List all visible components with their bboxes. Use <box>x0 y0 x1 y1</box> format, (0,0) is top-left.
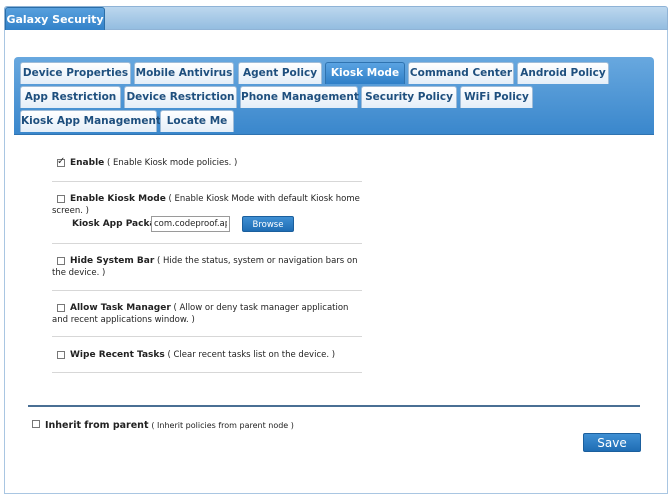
task-manager-label: Allow Task Manager <box>70 303 171 313</box>
divider <box>52 336 362 337</box>
kiosk-mode-label: Enable Kiosk Mode <box>70 194 166 204</box>
setting-task-manager: Allow Task Manager ( Allow or deny task … <box>52 302 362 326</box>
tab-mobile-antivirus[interactable]: Mobile Antivirus <box>134 62 234 84</box>
tab-wifi-policy[interactable]: WiFi Policy <box>460 86 533 108</box>
tab-security-policy[interactable]: Security Policy <box>361 86 457 108</box>
tab-app-restriction[interactable]: App Restriction <box>20 86 121 108</box>
hide-system-bar-checkbox[interactable] <box>57 257 65 265</box>
tab-phone-management[interactable]: Phone Management <box>240 86 359 108</box>
inherit-setting: Inherit from parent ( Inherit policies f… <box>32 420 294 431</box>
title-bar: Galaxy Security <box>4 6 668 33</box>
tab-android-policy[interactable]: Android Policy <box>517 62 609 84</box>
footer-divider <box>28 405 640 407</box>
enable-checkbox[interactable] <box>57 156 65 168</box>
setting-kiosk-mode: Enable Kiosk Mode ( Enable Kiosk Mode wi… <box>52 193 362 217</box>
inherit-label: Inherit from parent <box>45 420 149 431</box>
inherit-checkbox[interactable] <box>32 420 40 428</box>
save-button[interactable]: Save <box>583 433 641 452</box>
kiosk-mode-checkbox[interactable] <box>57 195 65 203</box>
tab-device-properties[interactable]: Device Properties <box>20 62 131 84</box>
enable-label: Enable <box>70 158 105 168</box>
tab-bar: Device Properties Mobile Antivirus Agent… <box>14 57 654 135</box>
setting-enable: Enable ( Enable Kiosk mode policies. ) <box>52 156 362 169</box>
divider <box>52 181 362 182</box>
tab-agent-policy[interactable]: Agent Policy <box>238 62 322 84</box>
divider <box>52 290 362 291</box>
wipe-recent-tasks-desc: ( Clear recent tasks list on the device.… <box>167 350 336 360</box>
hide-system-bar-label: Hide System Bar <box>70 256 155 266</box>
wipe-recent-tasks-checkbox[interactable] <box>57 351 65 359</box>
tab-kiosk-mode[interactable]: Kiosk Mode <box>325 62 405 84</box>
setting-hide-system-bar: Hide System Bar ( Hide the status, syste… <box>52 255 362 279</box>
enable-desc: ( Enable Kiosk mode policies. ) <box>106 158 238 168</box>
setting-wipe-recent-tasks: Wipe Recent Tasks ( Clear recent tasks l… <box>52 349 362 361</box>
tab-kiosk-app-management[interactable]: Kiosk App Management <box>20 110 161 132</box>
kiosk-package-input[interactable] <box>151 216 230 232</box>
tab-device-restriction[interactable]: Device Restriction <box>124 86 237 108</box>
tab-locate-me[interactable]: Locate Me <box>160 110 234 132</box>
browse-button[interactable]: Browse <box>242 216 294 232</box>
inherit-desc: ( Inherit policies from parent node ) <box>151 421 294 430</box>
wipe-recent-tasks-label: Wipe Recent Tasks <box>70 350 165 360</box>
task-manager-checkbox[interactable] <box>57 304 65 312</box>
divider <box>52 243 362 244</box>
tab-command-center[interactable]: Command Center <box>408 62 514 84</box>
divider <box>52 372 362 373</box>
